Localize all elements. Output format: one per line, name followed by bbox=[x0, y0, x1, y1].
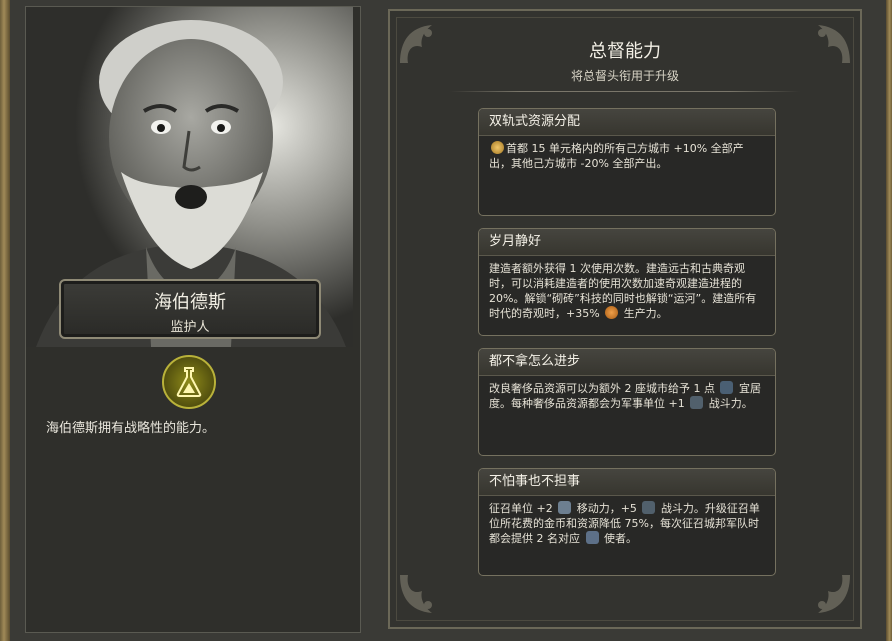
promotion-name: 都不拿怎么进步 bbox=[479, 349, 775, 376]
governor-name-plate: 海伯德斯 监护人 bbox=[59, 279, 321, 339]
promotion-description: 建造者额外获得 1 次使用次数。建造远古和古典奇观时，可以消耗建造者的使用次数加… bbox=[489, 262, 757, 320]
panel-title: 总督能力 bbox=[589, 41, 661, 62]
governor-name: 海伯德斯 bbox=[154, 292, 226, 313]
promotion-card-3[interactable]: 都不拿怎么进步 改良奢侈品资源可以为额外 2 座城市给予 1 点 宜居度。每种奢… bbox=[478, 348, 776, 456]
production-icon bbox=[605, 306, 619, 319]
movement-icon bbox=[558, 501, 572, 514]
promotion-name: 不怕事也不担事 bbox=[479, 469, 775, 496]
promotion-name: 岁月静好 bbox=[479, 229, 775, 256]
governor-title: 监护人 bbox=[170, 320, 210, 335]
star-icon bbox=[491, 141, 504, 154]
promotion-description: 首都 15 单元格内的所有己方城市 +10% 全部产出，其他己方城市 -20% … bbox=[489, 141, 744, 170]
frame-edge-right bbox=[886, 0, 892, 641]
promotion-card-2[interactable]: 岁月静好 建造者额外获得 1 次使用次数。建造远古和古典奇观时，可以消耗建造者的… bbox=[478, 228, 776, 336]
promotion-card-4[interactable]: 不怕事也不担事 征召单位 +2 移动力，+5 战斗力。升级征召单位所花费的金币和… bbox=[478, 468, 776, 576]
ornament-corner-icon bbox=[818, 575, 850, 613]
ornament-corner-icon bbox=[400, 575, 432, 613]
amenity-icon bbox=[720, 381, 734, 394]
strength-icon bbox=[642, 501, 656, 514]
promotion-card-1[interactable]: 双轨式资源分配 首都 15 单元格内的所有己方城市 +10% 全部产出，其他己方… bbox=[478, 108, 776, 216]
title-divider bbox=[450, 91, 800, 92]
promotion-description: 征召单位 +2 移动力，+5 战斗力。升级征召单位所花费的金币和资源降低 75%… bbox=[489, 501, 760, 545]
governor-panel: 海伯德斯 监护人 海伯德斯拥有战略性的能力。 bbox=[25, 6, 361, 633]
promotion-name: 双轨式资源分配 bbox=[479, 109, 775, 136]
panel-subtitle: 将总督头衔用于升级 bbox=[570, 69, 679, 83]
strength-icon bbox=[690, 396, 704, 409]
promotion-description: 改良奢侈品资源可以为额外 2 座城市给予 1 点 宜居度。每种奢侈品资源都会为军… bbox=[489, 381, 761, 410]
flask-icon bbox=[162, 355, 216, 409]
governor-description: 海伯德斯拥有战略性的能力。 bbox=[46, 421, 216, 436]
frame-edge-left bbox=[0, 0, 10, 641]
governor-abilities-panel: 总督能力 将总督头衔用于升级 双轨式资源分配 首都 15 单元格内的所有己方城市… bbox=[388, 9, 862, 629]
envoy-icon bbox=[585, 531, 599, 544]
